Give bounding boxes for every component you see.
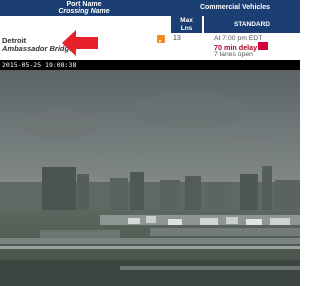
camera-timestamp: 2015-05-25 19:08:38: [2, 61, 77, 69]
camera-image: [0, 70, 300, 286]
port-crossing-header: Port Name Crossing Name: [0, 1, 168, 16]
camera-feed: 2015-05-25 19:08:38: [0, 60, 300, 286]
table-header: Port Name Crossing Name Commercial Vehic…: [0, 0, 300, 16]
max-lanes-value: 13: [173, 35, 181, 42]
rss-feed-icon[interactable]: [157, 35, 165, 43]
port-row: Detroit Ambassador Bridge 13 At 7:00 pm …: [0, 33, 300, 60]
column-subheader: Max Lns STANDARD: [0, 16, 300, 33]
crossing-name-heading: Crossing Name: [58, 8, 110, 15]
delay-status-indicator: [258, 42, 268, 50]
max-lanes-heading-line2: Lns: [180, 24, 193, 32]
standard-lane-heading: STANDARD: [203, 16, 300, 33]
max-lanes-heading: Max Lns: [170, 16, 202, 33]
update-time: At 7:00 pm EDT: [214, 35, 263, 42]
port-name-heading: Port Name: [66, 0, 102, 8]
lanes-open-text: 7 lanes open: [214, 51, 253, 58]
commercial-vehicles-heading: Commercial Vehicles: [199, 4, 271, 11]
max-lanes-heading-line1: Max: [180, 17, 193, 24]
red-arrow-icon: [62, 30, 98, 56]
